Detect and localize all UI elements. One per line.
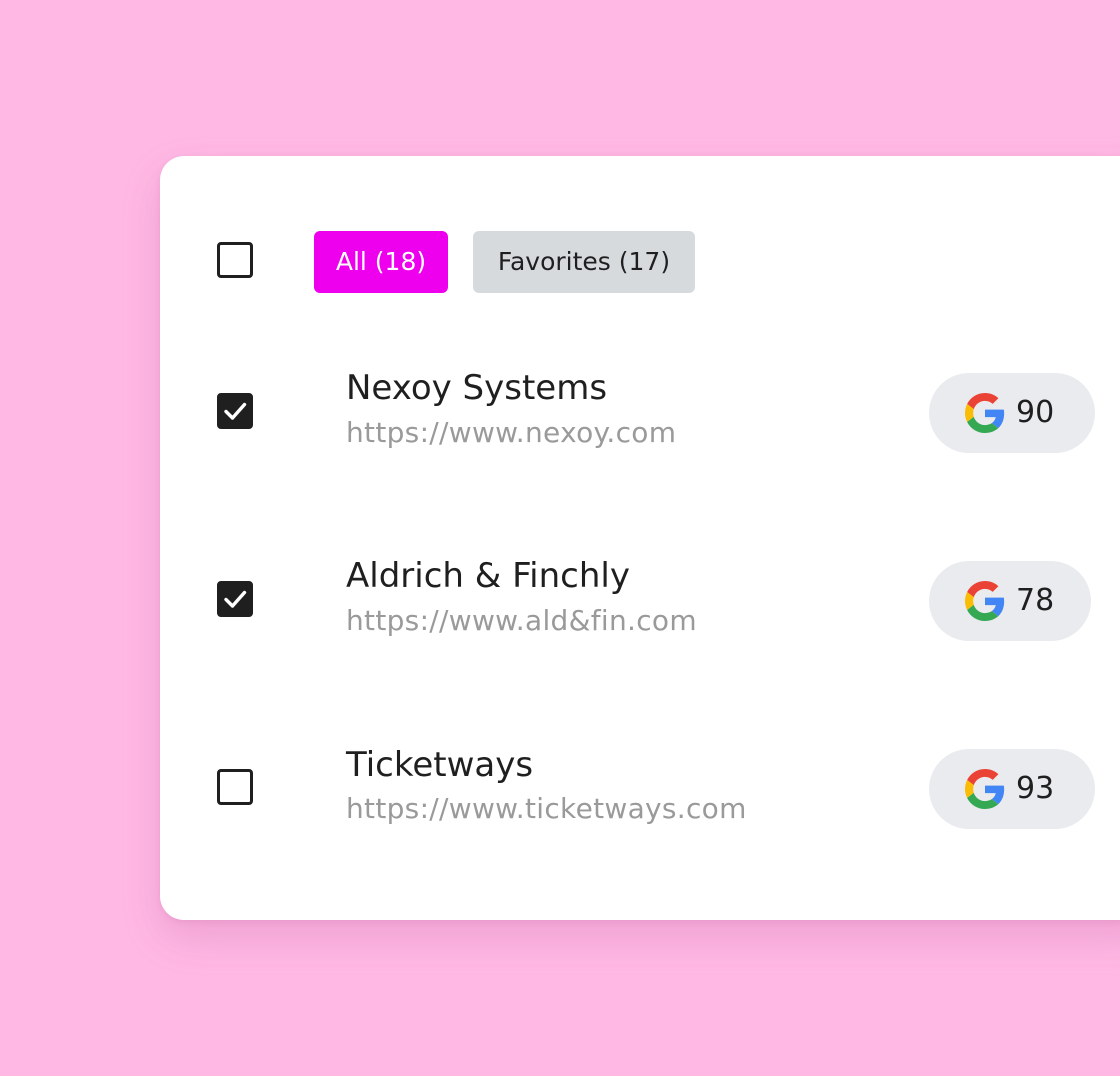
google-score-badge[interactable]: 93: [929, 749, 1095, 829]
check-icon: [224, 402, 247, 420]
tab-favorites[interactable]: Favorites (17): [473, 231, 695, 293]
row-checkbox[interactable]: [217, 393, 253, 429]
company-list-card: All (18) Favorites (17) Nexoy Systems ht…: [160, 156, 1120, 920]
company-url[interactable]: https://www.ald&fin.com: [346, 604, 697, 637]
select-all-checkbox[interactable]: [217, 242, 253, 278]
check-icon: [224, 590, 247, 608]
company-name: Ticketways: [346, 745, 534, 785]
google-score-badge[interactable]: 78: [929, 561, 1091, 641]
google-score-badge[interactable]: 90: [929, 373, 1095, 453]
row-checkbox[interactable]: [217, 769, 253, 805]
google-icon: [965, 581, 1005, 621]
company-name: Nexoy Systems: [346, 368, 608, 408]
tab-all[interactable]: All (18): [314, 231, 448, 293]
google-score-value: 78: [1016, 583, 1055, 618]
row-checkbox[interactable]: [217, 581, 253, 617]
company-url[interactable]: https://www.nexoy.com: [346, 416, 676, 449]
google-score-value: 93: [1016, 771, 1055, 806]
google-score-value: 90: [1016, 395, 1055, 430]
google-icon: [965, 769, 1005, 809]
google-icon: [965, 393, 1005, 433]
company-url[interactable]: https://www.ticketways.com: [346, 792, 747, 825]
company-name: Aldrich & Finchly: [346, 556, 630, 596]
